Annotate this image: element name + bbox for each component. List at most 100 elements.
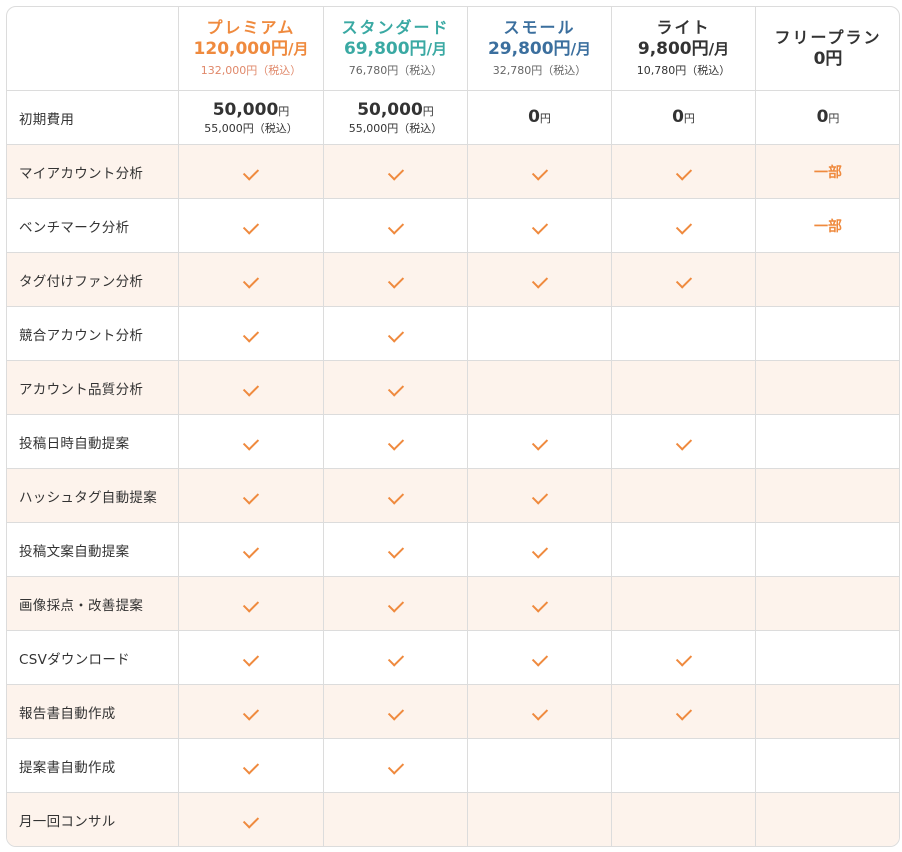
plan-price-unit: /月 bbox=[708, 39, 730, 58]
feature-cell bbox=[755, 792, 899, 846]
feature-cell bbox=[755, 360, 899, 415]
feature-cell bbox=[178, 144, 324, 199]
feature-cell bbox=[611, 360, 756, 415]
feature-row: ハッシュタグ自動提案 bbox=[7, 468, 899, 523]
plan-price: 120,000円/月 bbox=[179, 38, 323, 60]
feature-label: マイアカウント分析 bbox=[7, 144, 179, 199]
fee-value: 0 bbox=[816, 106, 829, 127]
check-icon bbox=[242, 434, 260, 451]
feature-cell bbox=[178, 522, 324, 577]
feature-cell bbox=[611, 576, 756, 631]
plan-header-cell: フリープラン 0円 bbox=[755, 7, 899, 91]
check-icon bbox=[387, 164, 404, 181]
feature-cell bbox=[178, 468, 324, 523]
plan-tax-included: 76,780円（税込） bbox=[348, 63, 443, 77]
feature-cell bbox=[467, 198, 612, 253]
feature-cell: 一部 bbox=[755, 144, 899, 199]
feature-cell bbox=[755, 468, 899, 523]
check-icon bbox=[531, 218, 548, 235]
feature-label: 提案書自動作成 bbox=[7, 738, 179, 793]
feature-cell bbox=[323, 738, 468, 793]
feature-row: CSVダウンロード bbox=[7, 630, 899, 685]
initial-fee-cell: 50,000円 55,000円（税込） bbox=[323, 90, 468, 145]
check-icon bbox=[242, 164, 260, 181]
plan-tax-included: 32,780円（税込） bbox=[492, 63, 587, 77]
feature-cell bbox=[323, 630, 468, 685]
feature-cell bbox=[755, 630, 899, 685]
initial-fee-row: 初期費用 50,000円 55,000円（税込） 50,000円 55,000円（税込… bbox=[7, 90, 899, 145]
fee-value: 0 bbox=[672, 106, 684, 127]
partial-label: 一部 bbox=[814, 218, 842, 235]
feature-label: ベンチマーク分析 bbox=[7, 198, 179, 253]
fee-yen: 円 bbox=[828, 111, 840, 125]
feature-cell bbox=[178, 792, 324, 846]
fee-yen: 円 bbox=[683, 111, 695, 125]
plan-tax-included: 10,780円（税込） bbox=[636, 63, 731, 77]
feature-cell bbox=[178, 684, 324, 739]
initial-fee-cell: 0円 bbox=[467, 90, 612, 145]
feature-row: 提案書自動作成 bbox=[7, 738, 899, 793]
feature-cell bbox=[755, 576, 899, 631]
feature-label: CSVダウンロード bbox=[7, 630, 179, 685]
feature-cell bbox=[323, 684, 468, 739]
initial-fee-amount: 50,000円 bbox=[324, 100, 467, 122]
check-icon bbox=[531, 704, 548, 721]
check-icon bbox=[531, 596, 548, 613]
feature-cell bbox=[611, 792, 756, 846]
feature-row: 投稿日時自動提案 bbox=[7, 414, 899, 469]
feature-cell bbox=[755, 522, 899, 577]
feature-cell bbox=[467, 360, 612, 415]
plan-name: フリープラン bbox=[774, 27, 882, 47]
check-icon bbox=[387, 650, 404, 667]
feature-cell bbox=[467, 792, 612, 846]
check-icon bbox=[387, 488, 404, 505]
check-icon bbox=[387, 434, 404, 451]
initial-fee-amount: 0円 bbox=[612, 107, 755, 129]
plan-price: 0円 bbox=[756, 48, 899, 70]
feature-cell bbox=[467, 738, 612, 793]
feature-cell bbox=[467, 414, 612, 469]
plan-price: 29,800円/月 bbox=[468, 38, 611, 60]
feature-cell bbox=[178, 630, 324, 685]
check-icon bbox=[242, 272, 260, 289]
initial-fee-tax: 55,000円（税込） bbox=[204, 121, 298, 135]
plan-header-cell: プレミアム 120,000円/月 132,000円（税込） bbox=[178, 7, 324, 91]
feature-cell bbox=[323, 468, 468, 523]
feature-cell bbox=[611, 738, 756, 793]
feature-cell bbox=[467, 522, 612, 577]
feature-label: ハッシュタグ自動提案 bbox=[7, 468, 179, 523]
feature-cell bbox=[178, 576, 324, 631]
feature-cell bbox=[467, 684, 612, 739]
plan-price-amount: 9,800円 bbox=[637, 38, 709, 59]
feature-cell bbox=[755, 252, 899, 307]
plan-price-unit: /月 bbox=[570, 39, 592, 58]
check-icon bbox=[675, 218, 692, 235]
initial-fee-label: 初期費用 bbox=[7, 90, 179, 145]
feature-label: タグ付けファン分析 bbox=[7, 252, 179, 307]
feature-cell bbox=[755, 306, 899, 361]
plan-price-amount: 69,800円 bbox=[343, 38, 427, 59]
feature-cell bbox=[178, 360, 324, 415]
feature-cell bbox=[323, 576, 468, 631]
partial-label: 一部 bbox=[814, 164, 842, 181]
feature-cell bbox=[611, 306, 756, 361]
feature-cell bbox=[323, 522, 468, 577]
fee-yen: 円 bbox=[278, 104, 290, 118]
check-icon bbox=[387, 272, 404, 289]
check-icon bbox=[242, 812, 260, 829]
feature-cell bbox=[178, 198, 324, 253]
feature-cell bbox=[323, 306, 468, 361]
check-icon bbox=[242, 650, 260, 667]
feature-label: 画像採点・改善提案 bbox=[7, 576, 179, 631]
check-icon bbox=[242, 704, 260, 721]
check-icon bbox=[531, 272, 548, 289]
check-icon bbox=[387, 326, 404, 343]
plan-name: ライト bbox=[656, 17, 711, 37]
feature-cell bbox=[323, 360, 468, 415]
plan-name: スタンダード bbox=[341, 17, 450, 37]
fee-value: 50,000 bbox=[357, 99, 423, 120]
feature-cell bbox=[755, 414, 899, 469]
feature-cell: 一部 bbox=[755, 198, 899, 253]
fee-value: 0 bbox=[528, 106, 540, 127]
feature-cell bbox=[323, 144, 468, 199]
